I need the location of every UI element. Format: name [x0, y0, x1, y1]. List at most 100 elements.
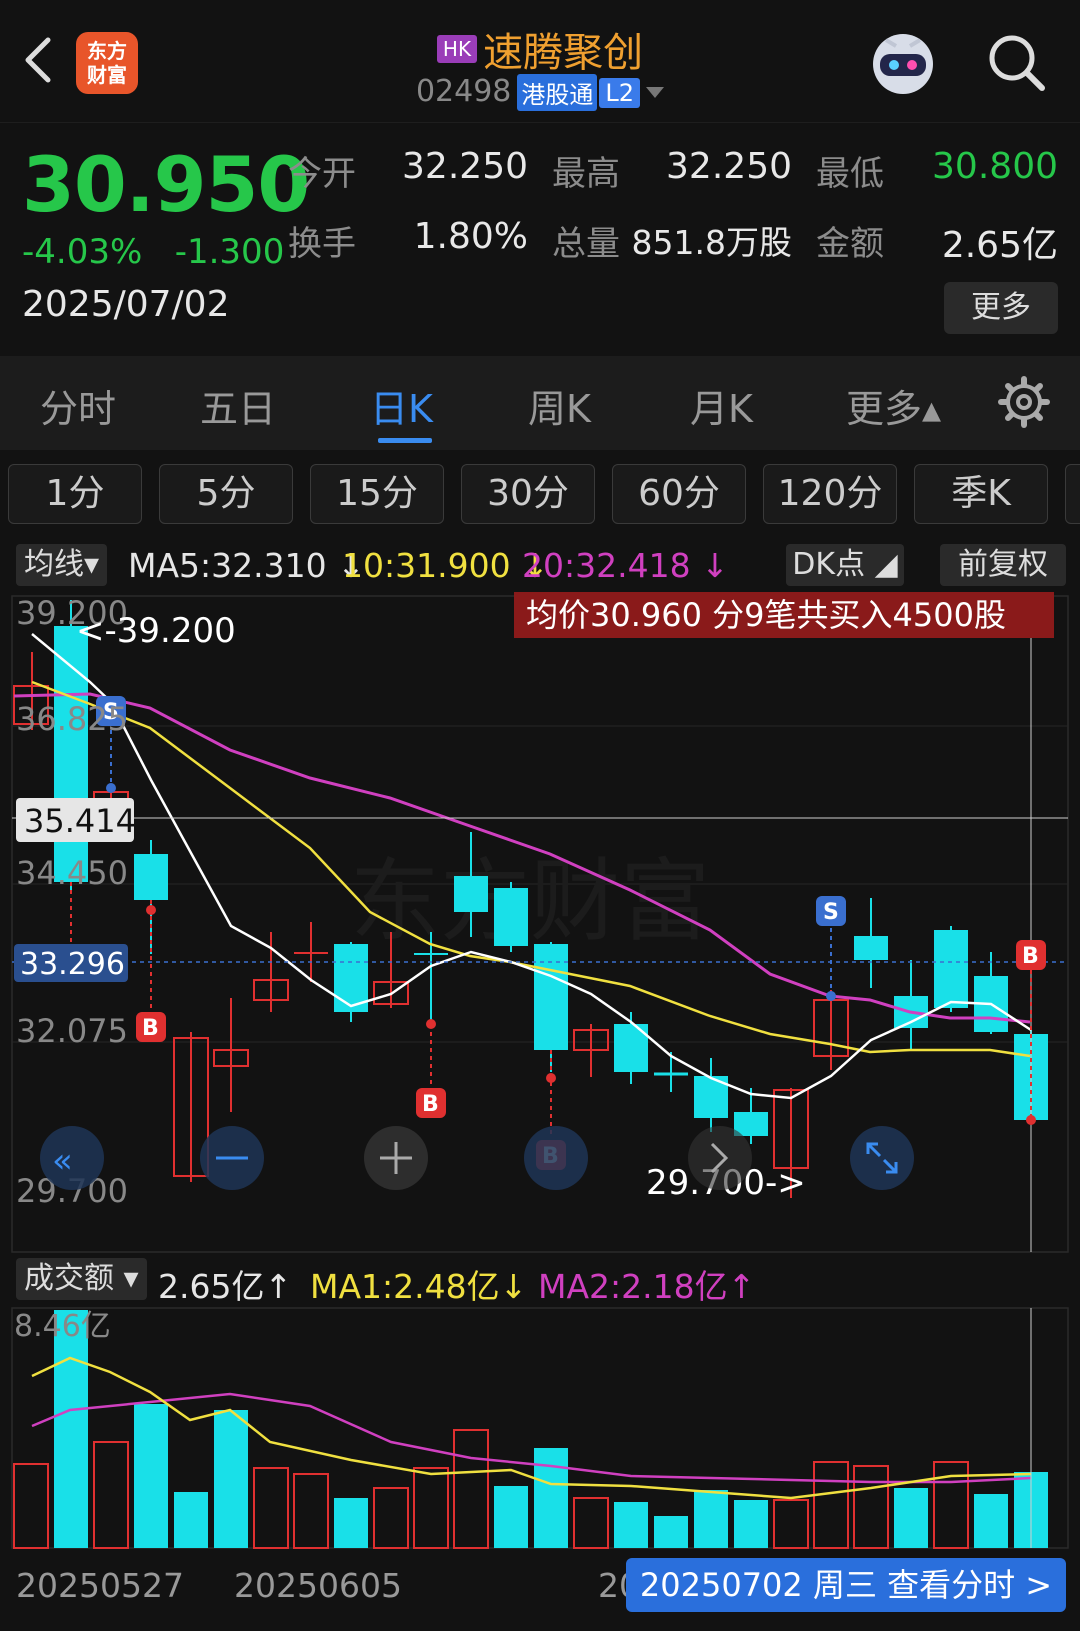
- period-quarter-k[interactable]: 季K: [914, 464, 1048, 524]
- zoom-in-button[interactable]: [364, 1126, 428, 1190]
- scroll-right-button[interactable]: [688, 1126, 752, 1190]
- x-axis-label: 20250605: [234, 1566, 402, 1605]
- svg-text:S: S: [823, 900, 839, 925]
- stock-name: 速腾聚创: [483, 30, 644, 76]
- candle: [654, 1052, 688, 1092]
- turnover-value: 1.80%: [413, 216, 528, 257]
- volume-bar: [54, 1310, 88, 1548]
- volume-bar: [174, 1492, 208, 1548]
- volume-bar: [334, 1498, 368, 1548]
- search-history-button[interactable]: [524, 1126, 588, 1190]
- volume-chart[interactable]: 8.46亿: [0, 1306, 1080, 1556]
- double-chevron-left-icon: «: [52, 1141, 73, 1181]
- volume-bar: [253, 1467, 289, 1549]
- search-icon[interactable]: [986, 32, 1048, 94]
- volume-bar: [773, 1499, 809, 1549]
- top-bar: 东方 财富 HK 速腾聚创 02498 港股通 L2: [0, 0, 1080, 122]
- fullscreen-button[interactable]: [850, 1126, 914, 1190]
- sell-marker: S: [816, 896, 846, 926]
- stock-code: 02498: [415, 74, 512, 109]
- last-price: 30.950: [22, 140, 310, 229]
- open-value: 32.250: [402, 146, 528, 187]
- open-label: 今开: [288, 154, 356, 194]
- chevron-down-icon: [646, 87, 665, 98]
- volume-bar: [453, 1429, 489, 1549]
- market-badge: HK: [436, 35, 478, 63]
- candle: [253, 932, 289, 1012]
- trade-note: 均价30.960 分9笔共买入4500股: [526, 596, 1006, 634]
- period-tabs: 分时 五日 日K 周K 月K 更多▴: [0, 356, 1080, 450]
- period-120min[interactable]: 120分: [763, 464, 897, 524]
- candle: [334, 942, 368, 1022]
- period-1min[interactable]: 1分: [8, 464, 142, 524]
- crosshair-price: 35.414: [24, 802, 136, 840]
- x-axis-label: 20250527: [16, 1566, 184, 1605]
- buy-marker: B: [416, 1088, 446, 1118]
- svg-text:B: B: [142, 1016, 159, 1041]
- more-button[interactable]: 更多: [944, 282, 1058, 334]
- candle: [573, 1024, 609, 1077]
- volume-bar: [93, 1441, 129, 1549]
- y-label: 34.450: [16, 854, 128, 892]
- tab-intraday[interactable]: 分时: [40, 378, 116, 433]
- volume-bar: [614, 1502, 648, 1548]
- volume-ma1: MA1:2.48亿↓: [310, 1267, 528, 1306]
- high-marker: <-39.200: [76, 611, 236, 651]
- period-60min[interactable]: 60分: [612, 464, 746, 524]
- tab-weekly-k[interactable]: 周K: [528, 378, 591, 433]
- volume-bar: [654, 1516, 688, 1548]
- low-label: 最低: [816, 154, 884, 194]
- candle: [974, 952, 1008, 1034]
- volume-bar: [974, 1494, 1008, 1548]
- adjust-button[interactable]: 前复权: [940, 544, 1066, 586]
- svg-text:B: B: [1022, 944, 1039, 969]
- volume-value: 2.65亿↑: [158, 1267, 293, 1306]
- volume-bar: [373, 1487, 409, 1549]
- amount-value: 2.65亿: [941, 225, 1058, 266]
- volume-bar: [694, 1490, 728, 1548]
- high-value: 32.250: [666, 146, 792, 187]
- candle: [694, 1058, 728, 1132]
- zoom-out-button[interactable]: [200, 1126, 264, 1190]
- tab-more[interactable]: 更多▴: [846, 378, 941, 433]
- current-price-tag: 33.296: [20, 947, 125, 982]
- volume-value: 851.8万股: [631, 223, 792, 262]
- period-30min[interactable]: 30分: [461, 464, 595, 524]
- volume-indicator-select[interactable]: 成交额 ▾: [16, 1258, 147, 1300]
- volume-bar: [214, 1410, 248, 1548]
- volume-bar: [293, 1473, 329, 1549]
- period-15min[interactable]: 15分: [310, 464, 444, 524]
- candlestick-chart[interactable]: 东方财富 S B B S B 39.200 36.825 34.450 32.0…: [0, 592, 1080, 1256]
- candle: [934, 926, 968, 1012]
- dk-points-button[interactable]: DK点 ◢: [786, 544, 904, 586]
- period-5min[interactable]: 5分: [159, 464, 293, 524]
- volume-y-label: 8.46亿: [14, 1309, 111, 1344]
- candle: [213, 998, 249, 1112]
- volume-ma2-line: [31, 1392, 1032, 1484]
- ma10-value: 10:31.900 ↓: [342, 546, 549, 585]
- buy-marker: B: [1016, 940, 1046, 970]
- high-label: 最高: [552, 154, 620, 194]
- volume-bar: [13, 1463, 49, 1549]
- tab-monthly-k[interactable]: 月K: [690, 378, 753, 433]
- view-intraday-button[interactable]: 20250702 周三 查看分时 >: [626, 1558, 1066, 1612]
- candle: [894, 960, 928, 1050]
- period-overflow[interactable]: [1065, 464, 1080, 524]
- scroll-left-button[interactable]: «: [40, 1126, 104, 1190]
- volume-bar: [134, 1404, 168, 1548]
- indicator-mode-select[interactable]: 均线▾: [16, 544, 108, 586]
- tab-daily-k[interactable]: 日K: [370, 378, 433, 433]
- y-label: 36.825: [16, 700, 128, 738]
- gear-icon[interactable]: [998, 376, 1050, 428]
- buy-marker: B: [136, 1012, 166, 1042]
- level-tag: L2: [599, 77, 641, 108]
- tab-five-day[interactable]: 五日: [200, 378, 276, 433]
- candle: [494, 882, 528, 952]
- connect-tag: 港股通: [517, 74, 598, 111]
- active-tab-indicator: [378, 438, 432, 443]
- volume-bar: [494, 1486, 528, 1548]
- volume-bar: [534, 1448, 568, 1548]
- robot-icon[interactable]: [866, 26, 940, 98]
- candle: [813, 990, 849, 1070]
- low-value: 30.800: [932, 146, 1058, 187]
